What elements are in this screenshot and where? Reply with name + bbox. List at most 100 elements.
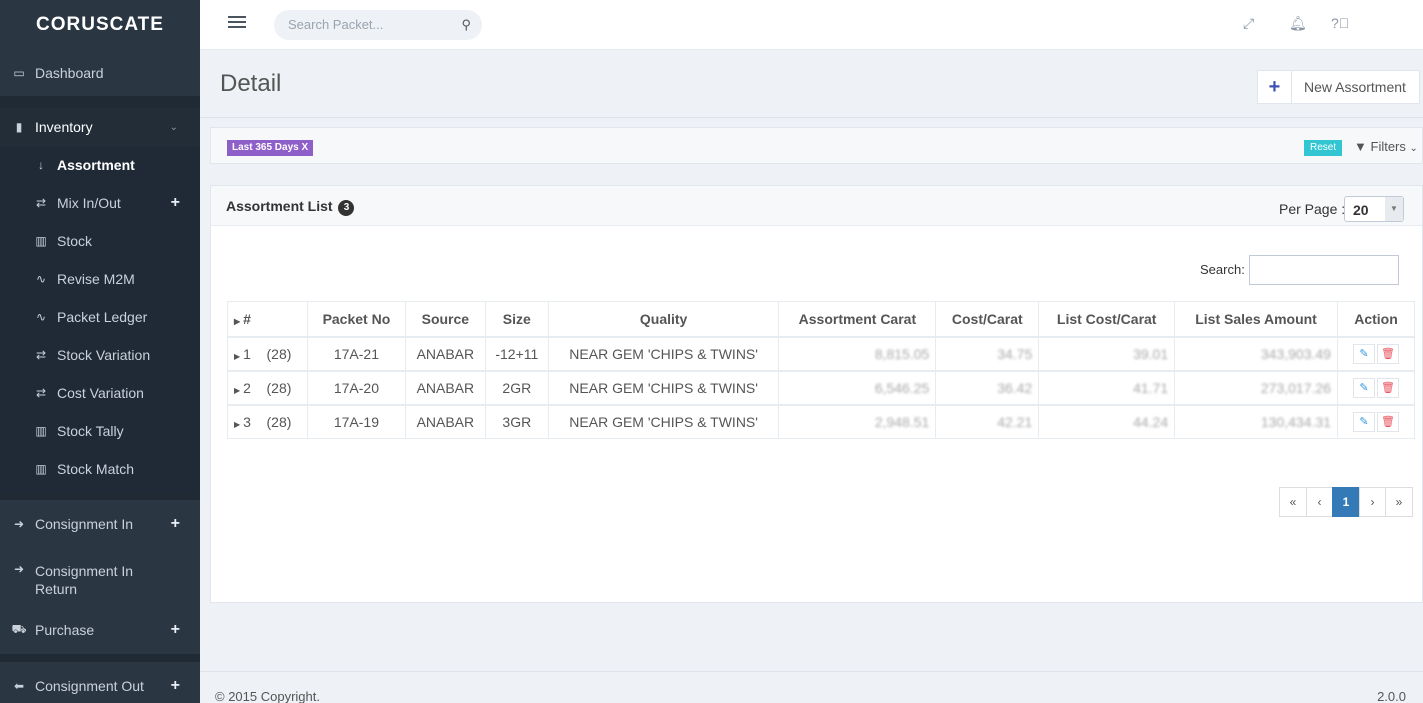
- next-page-button[interactable]: ›: [1359, 487, 1386, 517]
- row-index-cell[interactable]: ▶ 1 (28): [227, 335, 308, 371]
- reset-button[interactable]: Reset: [1304, 140, 1343, 156]
- prev-page-button[interactable]: ‹: [1306, 487, 1333, 517]
- caret-right-icon[interactable]: ▶: [234, 386, 240, 395]
- filter-tag[interactable]: Last 365 Days X: [227, 140, 314, 156]
- caret-right-icon[interactable]: ▶: [234, 352, 240, 361]
- table-row[interactable]: ▶ 3 (28) 17A-19 ANABAR 3GR NEAR GEM 'CHIP…: [227, 403, 1416, 439]
- filters-dropdown[interactable]: ▼ Filters ⌄: [1354, 139, 1418, 154]
- per-page-label: Per Page :: [1279, 201, 1346, 217]
- sidebar-item-stock[interactable]: ▥ Stock: [0, 222, 200, 260]
- sidebar-item-label: Inventory: [35, 119, 93, 135]
- inventory-submenu: ↓ Assortment ⇄ Mix In/Out + ▥ Stock ∿ Re…: [0, 146, 200, 492]
- arrow-left-icon: ⬅: [13, 679, 25, 693]
- sidebar-item-revise-m2m[interactable]: ∿ Revise M2M: [0, 260, 200, 298]
- action-cell: ✎ 🗑︎: [1336, 403, 1416, 439]
- sidebar-item-stock-tally[interactable]: ▥ Stock Tally: [0, 412, 200, 450]
- sidebar-separator: [0, 492, 200, 500]
- size-cell: -12+11: [484, 335, 549, 371]
- page-button-current[interactable]: 1: [1332, 487, 1360, 517]
- packet-no-cell: 17A-19: [306, 403, 406, 439]
- sidebar-item-dashboard[interactable]: ▭ Dashboard: [0, 50, 200, 98]
- first-page-button[interactable]: «: [1279, 487, 1307, 517]
- table-row[interactable]: ▶ 1 (28) 17A-21 ANABAR -12+11 NEAR GEM 'C…: [227, 335, 1416, 371]
- column-header[interactable]: Assortment Carat: [778, 301, 937, 338]
- column-header[interactable]: ▶ #: [227, 301, 308, 338]
- exchange-icon: ⇄: [35, 196, 47, 210]
- fullscreen-icon[interactable]: ⤢: [1243, 15, 1254, 32]
- table-search-label: Search:: [1200, 262, 1245, 277]
- cost-cell: 36.42: [935, 369, 1040, 405]
- sidebar-item-purchase[interactable]: ⛟ Purchase +: [0, 606, 200, 654]
- sidebar-item-consignment-in[interactable]: ➜ Consignment In +: [0, 500, 200, 548]
- trash-icon[interactable]: 🗑︎: [1376, 343, 1399, 364]
- arrow-right-icon: ➜: [13, 517, 25, 531]
- brand-logo[interactable]: CORUSCATE: [0, 0, 200, 50]
- plus-icon[interactable]: +: [171, 194, 180, 212]
- bar-chart-icon: ▥: [35, 234, 47, 248]
- table-header-row: ▶ # Packet No Source Size Quality Assortm…: [227, 301, 1416, 338]
- edit-icon[interactable]: ✎: [1352, 343, 1375, 364]
- sidebar-item-label: Stock: [57, 233, 93, 249]
- per-page-select[interactable]: 20 ▼: [1344, 196, 1404, 222]
- sidebar-item-label: Cost Variation: [57, 385, 144, 401]
- trash-icon[interactable]: 🗑︎: [1376, 411, 1399, 432]
- column-header[interactable]: Cost/Carat: [935, 301, 1040, 338]
- chevron-down-icon: ⌄: [1409, 143, 1418, 154]
- plus-icon: +: [1258, 71, 1292, 103]
- sidebar-item-label: Stock Variation: [57, 347, 151, 363]
- sidebar-item-assortment[interactable]: ↓ Assortment: [0, 146, 200, 184]
- column-header[interactable]: List Cost/Carat: [1038, 301, 1176, 338]
- source-cell: ANABAR: [404, 403, 486, 439]
- edit-icon[interactable]: ✎: [1352, 377, 1375, 398]
- line-chart-icon: ∿: [35, 272, 47, 286]
- copyright-text: © 2015 Copyright.: [215, 689, 320, 703]
- sidebar-item-label: Stock Tally: [57, 423, 124, 439]
- sales-cell: 343,903.49: [1174, 335, 1338, 371]
- column-header[interactable]: Packet No: [306, 301, 406, 338]
- bell-icon[interactable]: 🔔︎: [1289, 15, 1307, 32]
- cost-cell: 34.75: [935, 335, 1040, 371]
- trash-icon[interactable]: 🗑︎: [1376, 377, 1399, 398]
- table-row[interactable]: ▶ 2 (28) 17A-20 ANABAR 2GR NEAR GEM 'CHIP…: [227, 369, 1416, 405]
- cart-icon: ⛟: [11, 622, 27, 636]
- sidebar-item-packet-ledger[interactable]: ∿ Packet Ledger: [0, 298, 200, 336]
- table-search-input[interactable]: [1249, 255, 1399, 285]
- sidebar-item-label: Mix In/Out: [57, 195, 121, 211]
- filter-bar: Last 365 Days X Reset ▼ Filters ⌄: [210, 127, 1423, 164]
- quality-cell: NEAR GEM 'CHIPS & TWINS': [547, 335, 780, 371]
- sidebar-item-label: Assortment: [57, 157, 135, 173]
- column-header[interactable]: List Sales Amount: [1174, 301, 1338, 338]
- sidebar-item-cost-variation[interactable]: ⇄ Cost Variation: [0, 374, 200, 412]
- divider: [200, 117, 1423, 118]
- cost-cell: 42.21: [935, 403, 1040, 439]
- row-index-cell[interactable]: ▶ 3 (28): [227, 403, 308, 439]
- sidebar-item-consignment-in-return[interactable]: ➜ Consignment In Return: [0, 548, 200, 606]
- plus-icon[interactable]: +: [171, 677, 180, 695]
- carat-cell: 8,815.05: [778, 335, 937, 371]
- sidebar-item-consignment-out[interactable]: ⬅ Consignment Out +: [0, 662, 200, 703]
- search-input[interactable]: [288, 17, 448, 32]
- caret-right-icon[interactable]: ▶: [234, 420, 240, 429]
- column-header[interactable]: Size: [484, 301, 549, 338]
- last-page-button[interactable]: »: [1385, 487, 1413, 517]
- new-assortment-label: New Assortment: [1304, 79, 1406, 95]
- quality-cell: NEAR GEM 'CHIPS & TWINS': [547, 369, 780, 405]
- per-page-value: 20: [1353, 202, 1369, 218]
- column-header[interactable]: Quality: [547, 301, 780, 338]
- bar-chart-icon: ▥: [35, 462, 47, 476]
- sidebar-item-stock-match[interactable]: ▥ Stock Match: [0, 450, 200, 488]
- search-icon[interactable]: ⚲: [461, 17, 471, 33]
- help-icon[interactable]: ?⃝: [1331, 15, 1349, 31]
- quality-cell: NEAR GEM 'CHIPS & TWINS': [547, 403, 780, 439]
- new-assortment-button[interactable]: + New Assortment: [1257, 70, 1420, 104]
- sidebar-item-mix-in-out[interactable]: ⇄ Mix In/Out +: [0, 184, 200, 222]
- edit-icon[interactable]: ✎: [1352, 411, 1375, 432]
- plus-icon[interactable]: +: [171, 621, 180, 639]
- count-badge: 3: [338, 200, 355, 216]
- sidebar-item-inventory[interactable]: ▮ Inventory ⌄: [0, 108, 200, 146]
- plus-icon[interactable]: +: [171, 515, 180, 533]
- sidebar-item-stock-variation[interactable]: ⇄ Stock Variation: [0, 336, 200, 374]
- row-index-cell[interactable]: ▶ 2 (28): [227, 369, 308, 405]
- column-header[interactable]: Source: [404, 301, 486, 338]
- menu-toggle-icon[interactable]: [228, 16, 246, 30]
